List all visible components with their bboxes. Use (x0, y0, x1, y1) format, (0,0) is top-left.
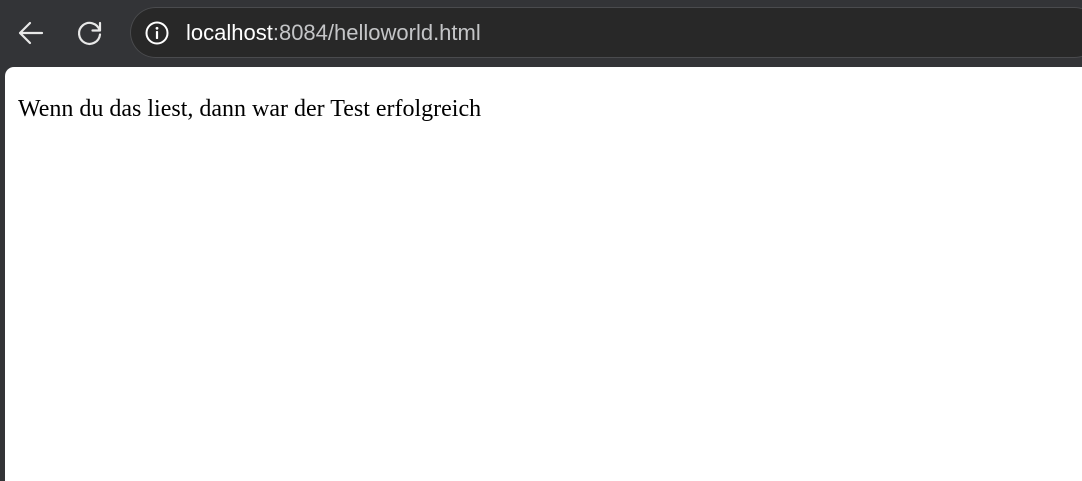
browser-window: localhost:8084/helloworld.html Wenn du d… (0, 0, 1082, 481)
back-button[interactable] (10, 13, 50, 53)
address-bar[interactable]: localhost:8084/helloworld.html (130, 7, 1082, 58)
url-text[interactable]: localhost:8084/helloworld.html (186, 20, 481, 46)
info-icon[interactable] (144, 20, 170, 46)
arrow-left-icon (18, 21, 44, 45)
reload-button[interactable] (70, 13, 110, 53)
page-viewport: Wenn du das liest, dann war der Test erf… (5, 67, 1082, 481)
page-body-text: Wenn du das liest, dann war der Test erf… (18, 96, 482, 122)
url-path: :8084/helloworld.html (272, 20, 481, 45)
url-host: localhost (186, 20, 273, 45)
browser-toolbar: localhost:8084/helloworld.html (0, 0, 1082, 67)
reload-icon (77, 21, 102, 45)
